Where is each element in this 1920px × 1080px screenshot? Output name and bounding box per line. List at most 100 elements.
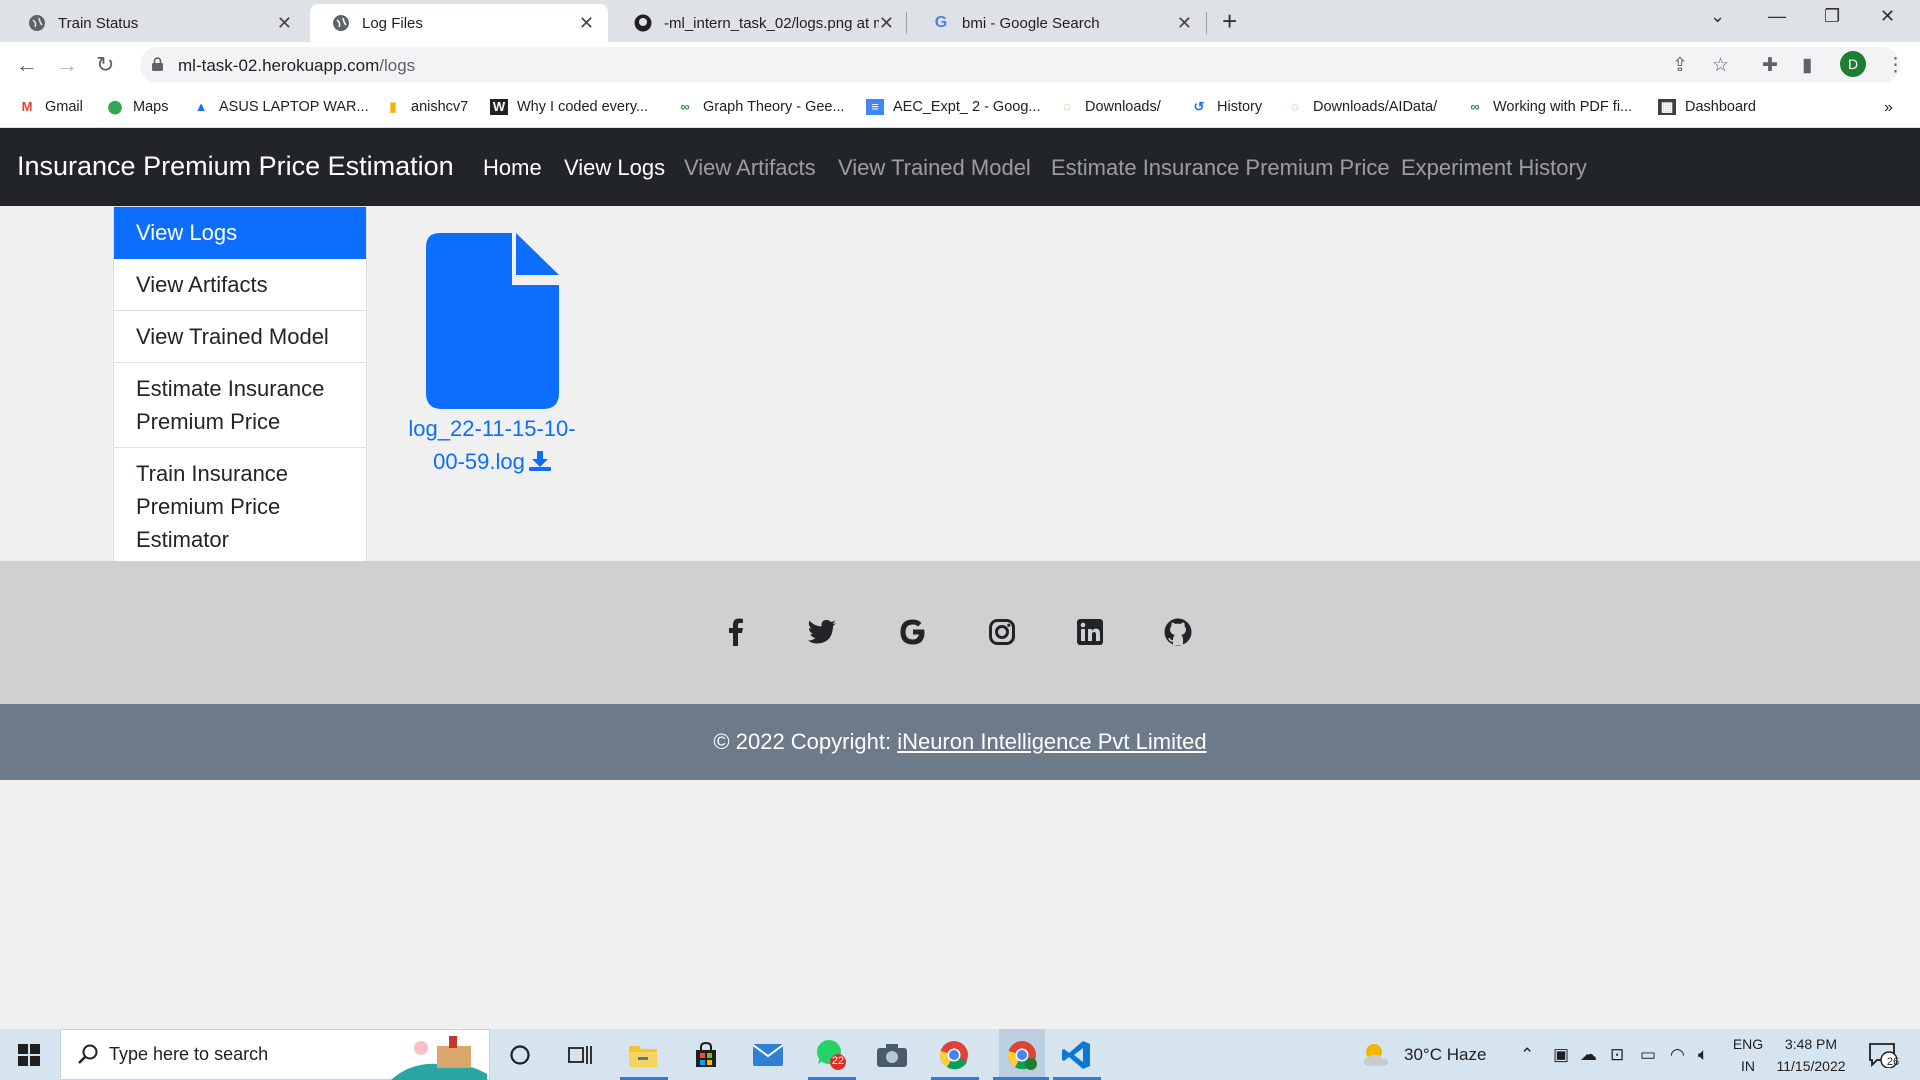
- site-icon: W: [490, 99, 508, 115]
- profile-avatar[interactable]: D: [1840, 51, 1866, 77]
- address-bar[interactable]: ml-task-02.herokuapp.com/logs: [140, 47, 1900, 83]
- instagram-icon[interactable]: [987, 617, 1017, 647]
- file-explorer-icon[interactable]: [626, 1038, 660, 1072]
- side-panel-icon[interactable]: ▮: [1802, 54, 1812, 77]
- twitter-icon[interactable]: [807, 617, 837, 647]
- file-icon[interactable]: [426, 233, 559, 414]
- share-icon[interactable]: ⇪: [1672, 54, 1688, 77]
- lock-icon: [152, 57, 163, 71]
- extensions-icon[interactable]: ✚: [1762, 54, 1778, 77]
- tab-separator: [906, 12, 907, 34]
- github-icon[interactable]: [1163, 617, 1193, 647]
- bookmark-downloads-aidata[interactable]: ◌ Downloads/AIData/: [1286, 99, 1437, 115]
- sidebar-item-view-logs[interactable]: View Logs: [114, 207, 366, 259]
- nav-link-estimate-premium[interactable]: Estimate Insurance Premium Price: [1051, 155, 1390, 181]
- more-bookmarks-icon[interactable]: »: [1884, 99, 1893, 117]
- battery-icon[interactable]: ▭: [1640, 1045, 1656, 1065]
- nav-link-experiment-history[interactable]: Experiment History: [1401, 155, 1587, 181]
- nav-link-view-artifacts[interactable]: View Artifacts: [684, 155, 816, 181]
- browser-toolbar: ← → ↻ ml-task-02.herokuapp.com/logs ⇪ ☆ …: [0, 42, 1920, 90]
- search-highlight-icon: [391, 1034, 487, 1080]
- search-placeholder: Type here to search: [109, 1044, 269, 1064]
- close-tab-icon[interactable]: ✕: [579, 13, 594, 34]
- nav-link-view-logs[interactable]: View Logs: [564, 155, 665, 181]
- tab-search-icon[interactable]: ⌄: [1710, 6, 1725, 27]
- clock[interactable]: 3:48 PM 11/15/2022: [1768, 1033, 1854, 1077]
- copyright-bar: © 2022 Copyright: iNeuron Intelligence P…: [0, 704, 1920, 780]
- cortana-icon[interactable]: [503, 1038, 537, 1072]
- mail-icon[interactable]: [751, 1038, 785, 1072]
- windows-start-icon[interactable]: [12, 1038, 46, 1072]
- task-view-icon[interactable]: [563, 1038, 597, 1072]
- camera-icon[interactable]: [875, 1038, 909, 1072]
- bookmark-why-i-coded[interactable]: W Why I coded every...: [490, 99, 648, 115]
- forward-icon[interactable]: →: [56, 52, 78, 78]
- wifi-icon[interactable]: ◠: [1670, 1045, 1685, 1065]
- tab-google-search[interactable]: G bmi - Google Search ✕: [910, 4, 1206, 42]
- history-icon: ↺: [1193, 99, 1205, 114]
- reload-icon[interactable]: ↻: [96, 52, 114, 78]
- bookmark-aec-expt[interactable]: ≡ AEC_Expt_ 2 - Goog...: [866, 99, 1041, 115]
- sidebar-item-estimate-premium[interactable]: Estimate Insurance Premium Price: [114, 363, 366, 448]
- onedrive-icon[interactable]: ☁: [1580, 1045, 1597, 1065]
- new-tab-button[interactable]: +: [1222, 6, 1237, 37]
- notifications-icon[interactable]: 26: [1866, 1038, 1900, 1072]
- restore-icon[interactable]: ❐: [1824, 6, 1840, 27]
- bookmark-maps[interactable]: ⬤ Maps: [106, 99, 169, 115]
- bookmark-asus[interactable]: ▲ ASUS LAPTOP WAR...: [192, 99, 369, 115]
- browser-tab-strip: Train Status ✕ Log Files ✕ -ml_intern_ta…: [0, 0, 1920, 42]
- google-icon[interactable]: [898, 617, 928, 647]
- bookmark-star-icon[interactable]: ☆: [1712, 54, 1729, 77]
- nav-link-view-trained-model[interactable]: View Trained Model: [838, 155, 1031, 181]
- tray-overflow-icon[interactable]: ⌃: [1520, 1045, 1534, 1065]
- bookmark-gmail[interactable]: M Gmail: [18, 99, 83, 115]
- google-icon: G: [934, 14, 948, 31]
- chrome-icon[interactable]: [937, 1038, 971, 1072]
- close-window-icon[interactable]: ✕: [1880, 6, 1895, 27]
- whatsapp-icon[interactable]: 22: [814, 1038, 848, 1072]
- search-icon: [77, 1043, 99, 1070]
- menu-kebab-icon[interactable]: ⋮: [1886, 54, 1905, 77]
- bookmark-history[interactable]: ↺ History: [1190, 99, 1263, 115]
- sidebar-item-view-trained-model[interactable]: View Trained Model: [114, 311, 366, 363]
- copyright-text: © 2022 Copyright:: [713, 729, 898, 754]
- bookmark-dashboard[interactable]: ▦ Dashboard: [1658, 99, 1756, 115]
- file-download-link[interactable]: log_22-11-15-10-00-59.log: [396, 412, 588, 480]
- taskbar-search-box[interactable]: Type here to search: [60, 1029, 490, 1080]
- language-indicator[interactable]: ENG IN: [1728, 1033, 1768, 1077]
- bookmark-working-pdf[interactable]: ∞ Working with PDF fi...: [1466, 99, 1632, 115]
- bookmark-graph-theory[interactable]: ∞ Graph Theory - Gee...: [676, 99, 844, 115]
- tab-github[interactable]: -ml_intern_task_02/logs.png at m ✕: [612, 4, 908, 42]
- meet-now-icon[interactable]: ▣: [1553, 1045, 1569, 1065]
- linkedin-icon[interactable]: [1075, 617, 1105, 647]
- bookmarks-bar: M Gmail ⬤ Maps ▲ ASUS LAPTOP WAR... ▮ anishc…: [0, 90, 1920, 128]
- close-tab-icon[interactable]: ✕: [879, 13, 894, 34]
- nav-link-home[interactable]: Home: [483, 155, 542, 181]
- sidebar-item-view-artifacts[interactable]: View Artifacts: [114, 259, 366, 311]
- site-brand[interactable]: Insurance Premium Price Estimation: [17, 151, 454, 182]
- weather-icon[interactable]: [1360, 1038, 1394, 1072]
- back-icon[interactable]: ←: [16, 52, 38, 78]
- minimize-icon[interactable]: —: [1768, 6, 1786, 27]
- tab-title: bmi - Google Search: [962, 14, 1100, 32]
- weather-text[interactable]: 30°C Haze: [1404, 1045, 1486, 1065]
- bar-chart-icon: ▮: [389, 99, 397, 114]
- dell-update-icon[interactable]: ⊡: [1610, 1045, 1624, 1065]
- bookmark-anishcv7[interactable]: ▮ anishcv7: [384, 99, 468, 115]
- volume-icon[interactable]: 🔈︎: [1698, 1045, 1708, 1065]
- microsoft-store-icon[interactable]: [689, 1038, 723, 1072]
- tab-train-status[interactable]: Train Status ✕: [6, 4, 306, 42]
- gfg-icon: ∞: [680, 99, 690, 114]
- company-link[interactable]: iNeuron Intelligence Pvt Limited: [897, 729, 1206, 754]
- docs-icon: ≡: [866, 99, 884, 115]
- bookmark-downloads[interactable]: ◌ Downloads/: [1058, 99, 1161, 115]
- notification-count: 26: [1886, 1056, 1900, 1068]
- vscode-icon[interactable]: [1059, 1038, 1093, 1072]
- close-tab-icon[interactable]: ✕: [1177, 13, 1192, 34]
- facebook-icon[interactable]: [721, 617, 751, 647]
- tab-title: Log Files: [362, 14, 423, 32]
- tab-log-files[interactable]: Log Files ✕: [310, 4, 608, 42]
- chrome-profile-icon[interactable]: [999, 1029, 1045, 1080]
- sidebar-item-train-estimator[interactable]: Train Insurance Premium Price Estimator: [114, 448, 366, 565]
- close-tab-icon[interactable]: ✕: [277, 13, 292, 34]
